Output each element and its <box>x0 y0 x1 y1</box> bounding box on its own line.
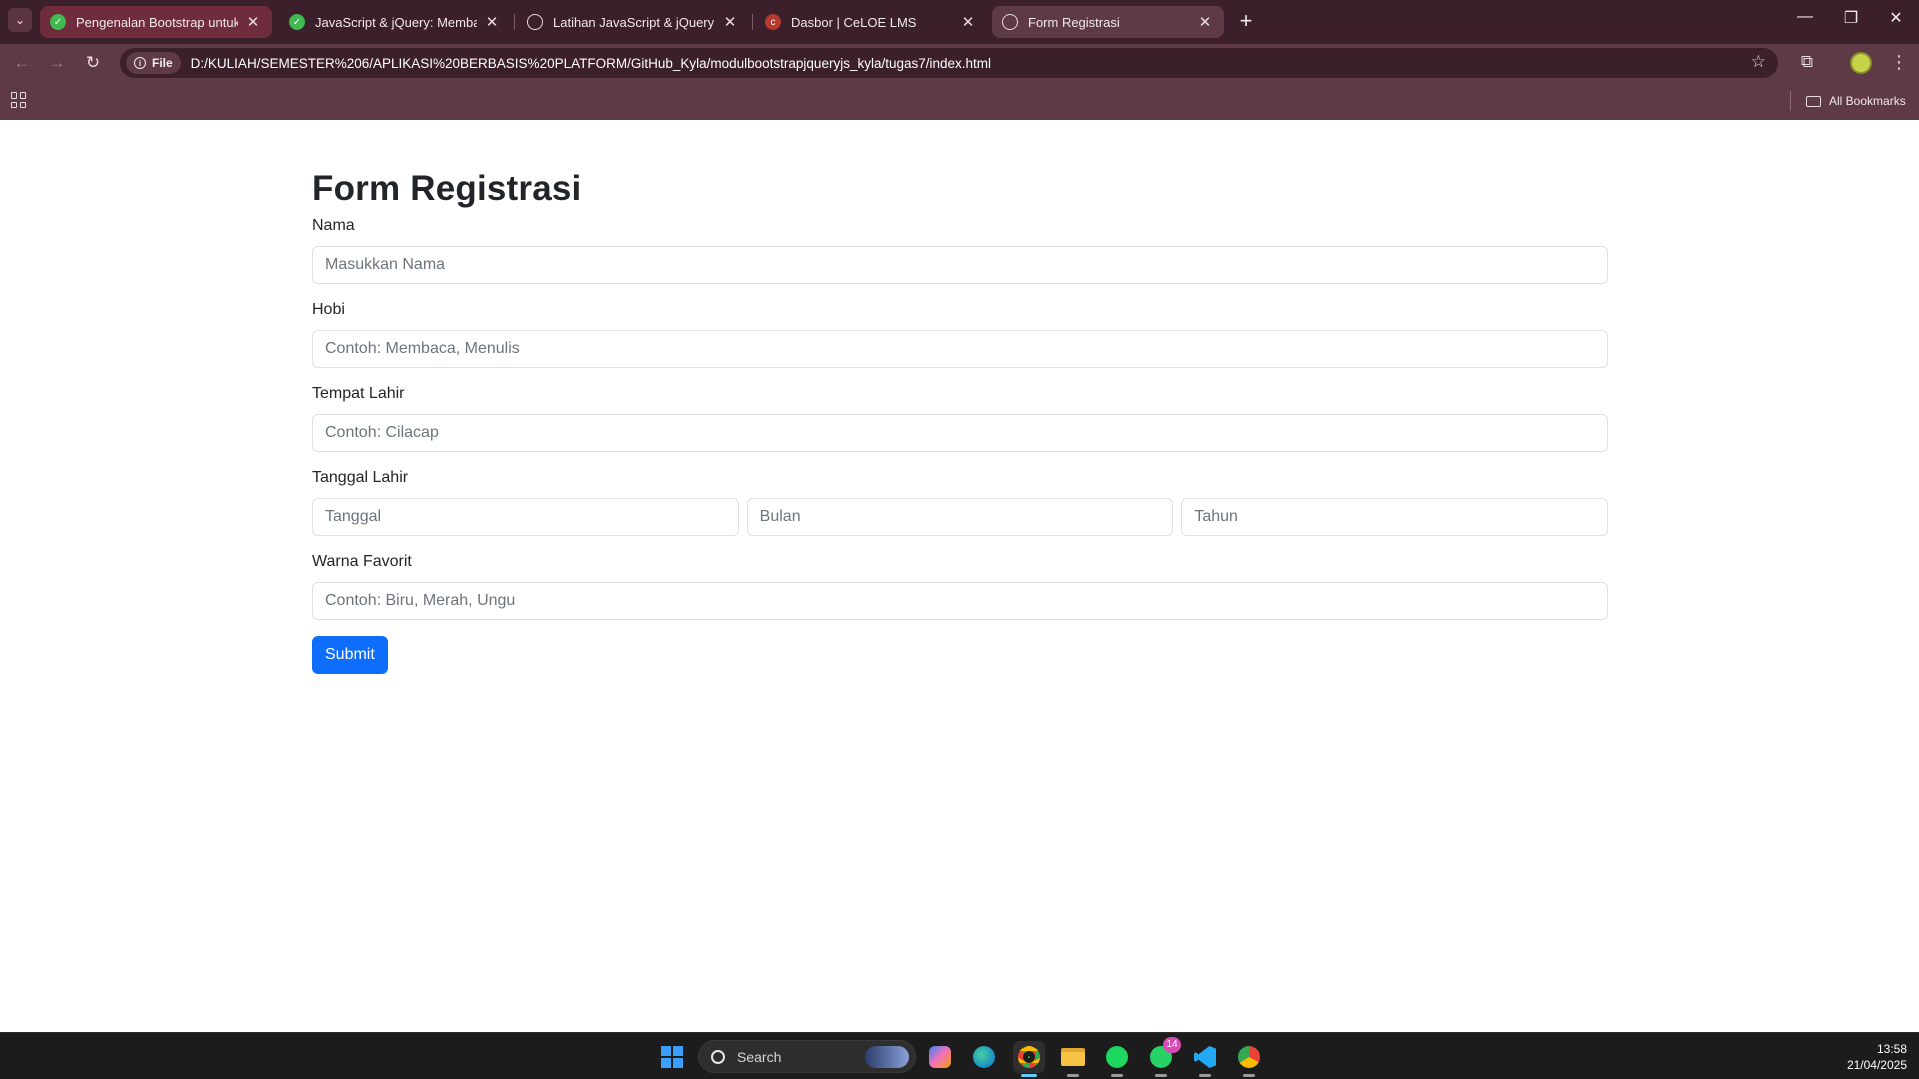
info-icon: i <box>134 57 146 69</box>
page-title: Form Registrasi <box>312 169 582 208</box>
edge-icon[interactable] <box>968 1041 1000 1073</box>
tab-javascript-jquery[interactable]: ✓ JavaScript & jQuery: Membangun ✕ <box>279 6 511 38</box>
submit-button[interactable]: Submit <box>312 636 388 674</box>
globe-icon <box>527 14 543 30</box>
hobi-input[interactable] <box>312 330 1608 368</box>
running-indicator <box>1067 1074 1079 1077</box>
warna-favorit-group: Warna Favorit <box>312 552 1608 620</box>
tanggal-lahir-group: Tanggal Lahir <box>312 468 1609 536</box>
tempat-lahir-label: Tempat Lahir <box>312 385 405 402</box>
nama-group: Nama <box>312 216 1608 284</box>
whatsapp-icon[interactable]: 14 <box>1145 1037 1181 1077</box>
extensions-puzzle-icon[interactable]: ⧉ <box>1796 52 1818 74</box>
browser-tab-strip: ⌄ ✓ Pengenalan Bootstrap untuk Web ✕ ✓ J… <box>0 0 1919 44</box>
search-icon <box>711 1049 725 1064</box>
taskbar-search-label: Search <box>737 1048 782 1065</box>
file-explorer-icon[interactable] <box>1057 1041 1089 1077</box>
tab-title: Dasbor | CeLOE LMS <box>791 14 917 30</box>
tab-dasbor-celoe[interactable]: c Dasbor | CeLOE LMS ✕ <box>755 6 987 38</box>
tempat-lahir-input[interactable] <box>312 414 1608 452</box>
bookmark-star-icon[interactable]: ☆ <box>1751 52 1766 72</box>
tempat-lahir-group: Tempat Lahir <box>312 384 1608 452</box>
chrome-profile-icon[interactable] <box>1233 1041 1265 1077</box>
tab-pengenalan-bootstrap[interactable]: ✓ Pengenalan Bootstrap untuk Web ✕ <box>40 6 272 38</box>
tab-form-registrasi[interactable]: Form Registrasi ✕ <box>992 6 1224 38</box>
bulan-input[interactable] <box>746 498 1174 536</box>
tab-search-chevron-icon[interactable]: ⌄ <box>8 8 32 32</box>
tanggal-input[interactable] <box>312 498 739 536</box>
hobi-group: Hobi <box>312 300 1608 368</box>
address-bar[interactable]: i File D:/KULIAH/SEMESTER%206/APLIKASI%2… <box>120 48 1778 78</box>
close-tab-icon[interactable]: ✕ <box>959 13 977 31</box>
running-indicator <box>1243 1074 1255 1077</box>
hobi-label: Hobi <box>312 301 345 318</box>
start-windows-icon[interactable] <box>656 1041 688 1073</box>
file-scheme-label: File <box>152 56 173 70</box>
apps-grid-icon[interactable] <box>11 92 27 108</box>
tab-divider <box>752 14 753 30</box>
copilot-icon[interactable] <box>924 1041 956 1073</box>
nama-label: Nama <box>312 217 355 234</box>
vscode-icon[interactable] <box>1189 1041 1221 1077</box>
clock-date: 21/04/2025 <box>1846 1058 1907 1072</box>
close-tab-icon[interactable]: ✕ <box>483 13 501 31</box>
new-tab-button[interactable]: + <box>1232 8 1260 36</box>
tanggal-lahir-row <box>312 498 1609 536</box>
folder-icon <box>1806 95 1821 107</box>
notification-badge: 14 <box>1163 1037 1181 1053</box>
tab-latihan-javascript[interactable]: Latihan JavaScript & jQuery ✕ <box>517 6 749 38</box>
reload-icon[interactable]: ↻ <box>80 51 106 75</box>
running-indicator <box>1199 1074 1211 1077</box>
close-tab-icon[interactable]: ✕ <box>721 13 739 31</box>
globe-icon <box>1002 14 1018 30</box>
tahun-input[interactable] <box>1181 498 1609 536</box>
nama-input[interactable] <box>312 246 1608 284</box>
chrome-icon[interactable] <box>1013 1041 1045 1077</box>
close-tab-icon[interactable]: ✕ <box>244 13 262 31</box>
system-clock[interactable]: 13:58 21/04/2025 <box>1847 1041 1907 1073</box>
back-arrow-icon[interactable]: ← <box>9 51 35 75</box>
windows-taskbar: Search 14 13:58 21/04/2025 <box>0 1032 1919 1079</box>
running-indicator <box>1111 1074 1123 1077</box>
taskbar-search-box[interactable]: Search <box>698 1040 916 1073</box>
celoe-favicon-icon: c <box>765 14 781 30</box>
close-window-button[interactable]: ✕ <box>1873 8 1919 32</box>
browser-toolbar: ← → ↻ i File D:/KULIAH/SEMESTER%206/APLI… <box>0 44 1919 82</box>
forward-arrow-icon[interactable]: → <box>44 51 70 75</box>
bookmarks-divider <box>1790 91 1791 111</box>
restore-button[interactable]: ❐ <box>1828 8 1874 32</box>
bookmarks-bar: All Bookmarks <box>0 82 1919 120</box>
tab-title: Latihan JavaScript & jQuery <box>553 14 715 30</box>
all-bookmarks-button[interactable]: All Bookmarks <box>1806 90 1906 112</box>
tab-divider <box>514 14 515 30</box>
bootstrap-favicon-icon: ✓ <box>50 14 66 30</box>
close-tab-icon[interactable]: ✕ <box>1196 13 1214 31</box>
warna-favorit-label: Warna Favorit <box>312 553 412 570</box>
tab-title: Form Registrasi <box>1028 14 1120 30</box>
tab-title: JavaScript & jQuery: Membangun <box>315 14 477 30</box>
all-bookmarks-label: All Bookmarks <box>1829 94 1906 108</box>
url-text[interactable]: D:/KULIAH/SEMESTER%206/APLIKASI%20BERBAS… <box>191 56 991 71</box>
running-indicator <box>1155 1074 1167 1077</box>
spotify-icon[interactable] <box>1101 1041 1133 1077</box>
search-highlight-icon <box>865 1046 909 1068</box>
warna-favorit-input[interactable] <box>312 582 1608 620</box>
active-indicator <box>1021 1074 1037 1077</box>
page-viewport: Form Registrasi Nama Hobi Tempat Lahir T… <box>0 120 1919 1032</box>
more-menu-icon[interactable]: ⋮ <box>1888 50 1910 74</box>
clock-time: 13:58 <box>1876 1042 1907 1056</box>
form-container: Form Registrasi Nama Hobi Tempat Lahir T… <box>312 168 1609 674</box>
profile-avatar[interactable] <box>1850 52 1872 74</box>
bootstrap-favicon-icon: ✓ <box>289 14 305 30</box>
site-info-chip[interactable]: i File <box>126 52 181 74</box>
minimize-button[interactable]: — <box>1782 8 1828 32</box>
tanggal-lahir-label: Tanggal Lahir <box>312 469 409 486</box>
tab-title: Pengenalan Bootstrap untuk Web <box>76 14 238 30</box>
